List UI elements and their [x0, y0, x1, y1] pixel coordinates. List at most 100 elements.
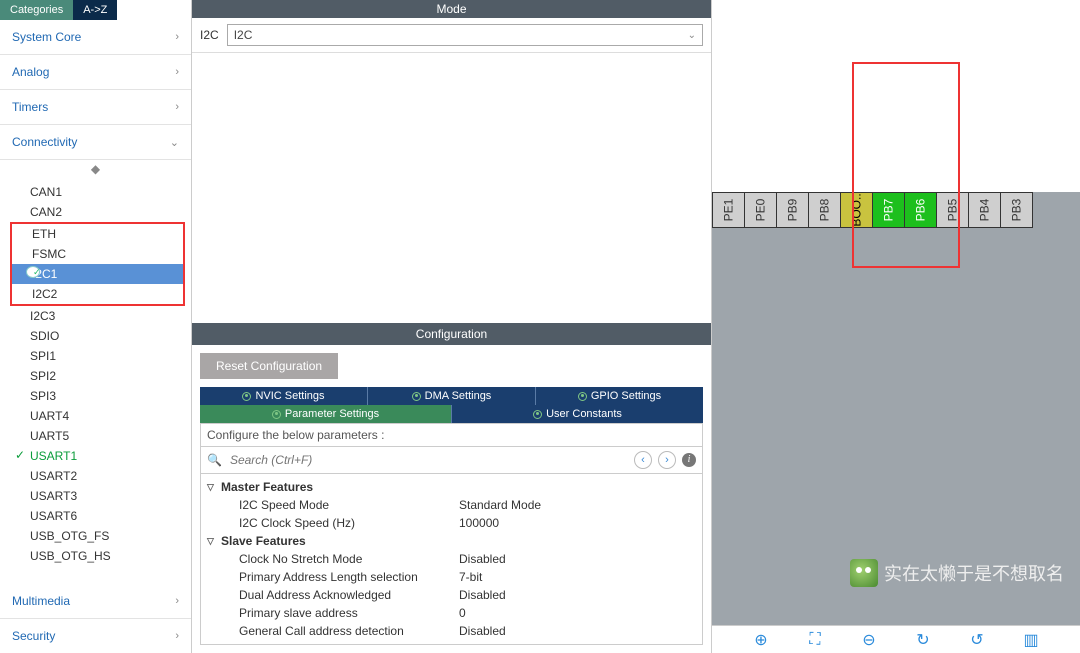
tab-nvic-settings[interactable]: NVIC Settings [200, 387, 368, 405]
item-fsmc[interactable]: FSMC [12, 244, 183, 264]
tab-parameter-settings[interactable]: Parameter Settings [200, 405, 452, 423]
chevron-right-icon: › [175, 101, 179, 113]
param-row[interactable]: Primary slave address0 [207, 604, 696, 622]
mode-select[interactable]: I2C ⌄ [227, 24, 703, 46]
item-usart6[interactable]: USART6 [0, 506, 191, 526]
item-i2c2[interactable]: I2C2 [12, 284, 183, 304]
item-sdio[interactable]: SDIO [0, 326, 191, 346]
pin-pe1[interactable]: PE1 [712, 192, 745, 228]
status-dot-icon [272, 410, 281, 419]
group-multimedia[interactable]: Multimedia › [0, 584, 191, 619]
pin-pb4[interactable]: PB4 [968, 192, 1001, 228]
status-dot-icon [412, 392, 421, 401]
pin-pb8[interactable]: PB8 [808, 192, 841, 228]
pin-pb7[interactable]: PB7I2C1_SDA [872, 192, 905, 228]
sidebar: Categories A->Z System Core › Analog › T… [0, 0, 192, 653]
pinout-panel: PE1PE0PB9PB8BOO..PB7I2C1_SDAPB6I2C1_SCLP… [712, 0, 1080, 653]
tab-gpio-settings[interactable]: GPIO Settings [536, 387, 703, 405]
group-analog[interactable]: Analog › [0, 55, 191, 90]
param-row[interactable]: Primary Address Length selection7-bit [207, 568, 696, 586]
item-i2c3[interactable]: I2C3 [0, 306, 191, 326]
status-dot-icon [578, 392, 587, 401]
search-input[interactable] [228, 452, 628, 468]
tab-dma-settings[interactable]: DMA Settings [368, 387, 536, 405]
item-usart3[interactable]: USART3 [0, 486, 191, 506]
pin-pb5[interactable]: PB5 [936, 192, 969, 228]
pin-label: PB5 [946, 199, 960, 222]
wechat-icon [850, 559, 878, 587]
item-spi2[interactable]: SPI2 [0, 366, 191, 386]
group-slave-features[interactable]: ▽Slave Features [207, 532, 696, 550]
chevron-right-icon: › [175, 630, 179, 642]
rotate-icon[interactable]: ↻ [914, 632, 932, 648]
search-prev-button[interactable]: ‹ [634, 451, 652, 469]
group-timers[interactable]: Timers › [0, 90, 191, 125]
configuration-header: Configuration [192, 323, 711, 345]
pin-pb9[interactable]: PB9 [776, 192, 809, 228]
chevron-right-icon: › [175, 66, 179, 78]
pin-pb6[interactable]: PB6I2C1_SCL [904, 192, 937, 228]
pin-label: PB9 [786, 199, 800, 222]
pinout-toolbar: ⊕ ⛶ ⊖ ↻ ↺ ▥ [712, 625, 1080, 653]
group-connectivity[interactable]: Connectivity ⌄ [0, 125, 191, 160]
param-row[interactable]: Clock No Stretch ModeDisabled [207, 550, 696, 568]
item-spi3[interactable]: SPI3 [0, 386, 191, 406]
connectivity-items: CAN1 CAN2 ETH FSMC ✓I2C1 I2C2 I2C3 SDIO … [0, 178, 191, 570]
item-uart4[interactable]: UART4 [0, 406, 191, 426]
watermark: 实在太懒于是不想取名 [850, 559, 1064, 587]
param-row[interactable]: I2C Clock Speed (Hz)100000 [207, 514, 696, 532]
layout-icon[interactable]: ▥ [1022, 632, 1040, 648]
param-row[interactable]: Dual Address AcknowledgedDisabled [207, 586, 696, 604]
fit-screen-icon[interactable]: ⛶ [806, 632, 824, 648]
tab-az[interactable]: A->Z [73, 0, 117, 20]
sidebar-tabs: Categories A->Z [0, 0, 191, 20]
pin-signal-label: I2C1_SCL [913, 120, 928, 180]
sort-icon[interactable]: ◆ [0, 160, 191, 178]
item-can2[interactable]: CAN2 [0, 202, 191, 222]
item-usart2[interactable]: USART2 [0, 466, 191, 486]
chevron-down-icon: ⌄ [170, 136, 179, 149]
chevron-right-icon: › [175, 31, 179, 43]
chevron-right-icon: › [175, 595, 179, 607]
info-icon[interactable]: i [682, 453, 696, 467]
mode-label: I2C [200, 28, 219, 42]
check-icon: ✓ [15, 448, 27, 460]
item-uart5[interactable]: UART5 [0, 426, 191, 446]
group-label: Multimedia [12, 594, 70, 608]
config-panel: Mode I2C I2C ⌄ Configuration Reset Confi… [192, 0, 712, 653]
item-can1[interactable]: CAN1 [0, 182, 191, 202]
pin-label: PE0 [754, 199, 768, 222]
item-spi1[interactable]: SPI1 [0, 346, 191, 366]
item-usart1[interactable]: USART1 [0, 446, 191, 466]
watermark-text: 实在太懒于是不想取名 [884, 560, 1064, 586]
group-master-features[interactable]: ▽Master Features [207, 478, 696, 496]
tab-categories[interactable]: Categories [0, 0, 73, 20]
item-usb-otg-hs[interactable]: USB_OTG_HS [0, 546, 191, 566]
param-row[interactable]: General Call address detectionDisabled [207, 622, 696, 640]
search-next-button[interactable]: › [658, 451, 676, 469]
pin-label: PB6 [914, 199, 928, 222]
collapse-icon: ▽ [207, 536, 217, 547]
zoom-in-icon[interactable]: ⊕ [752, 632, 770, 648]
param-row[interactable]: I2C Speed ModeStandard Mode [207, 496, 696, 514]
item-usb-otg-fs[interactable]: USB_OTG_FS [0, 526, 191, 546]
pin-pe0[interactable]: PE0 [744, 192, 777, 228]
pin-label: PB4 [978, 199, 992, 222]
group-system-core[interactable]: System Core › [0, 20, 191, 55]
reset-configuration-button[interactable]: Reset Configuration [200, 353, 338, 379]
tab-user-constants[interactable]: User Constants [452, 405, 703, 423]
chevron-down-icon: ⌄ [688, 30, 696, 41]
check-icon: ✓ [26, 266, 40, 278]
group-security[interactable]: Security › [0, 619, 191, 653]
mode-value: I2C [234, 28, 253, 42]
configure-hint: Configure the below parameters : [200, 423, 703, 447]
group-label: Timers [12, 100, 48, 114]
status-dot-icon [242, 392, 251, 401]
pin-pb3[interactable]: PB3 [1000, 192, 1033, 228]
group-label: System Core [12, 30, 81, 44]
pin-boo[interactable]: BOO.. [840, 192, 873, 228]
item-eth[interactable]: ETH [12, 224, 183, 244]
pin-label: PB7 [882, 199, 896, 222]
zoom-out-icon[interactable]: ⊖ [860, 632, 878, 648]
rotate-ccw-icon[interactable]: ↺ [968, 632, 986, 648]
